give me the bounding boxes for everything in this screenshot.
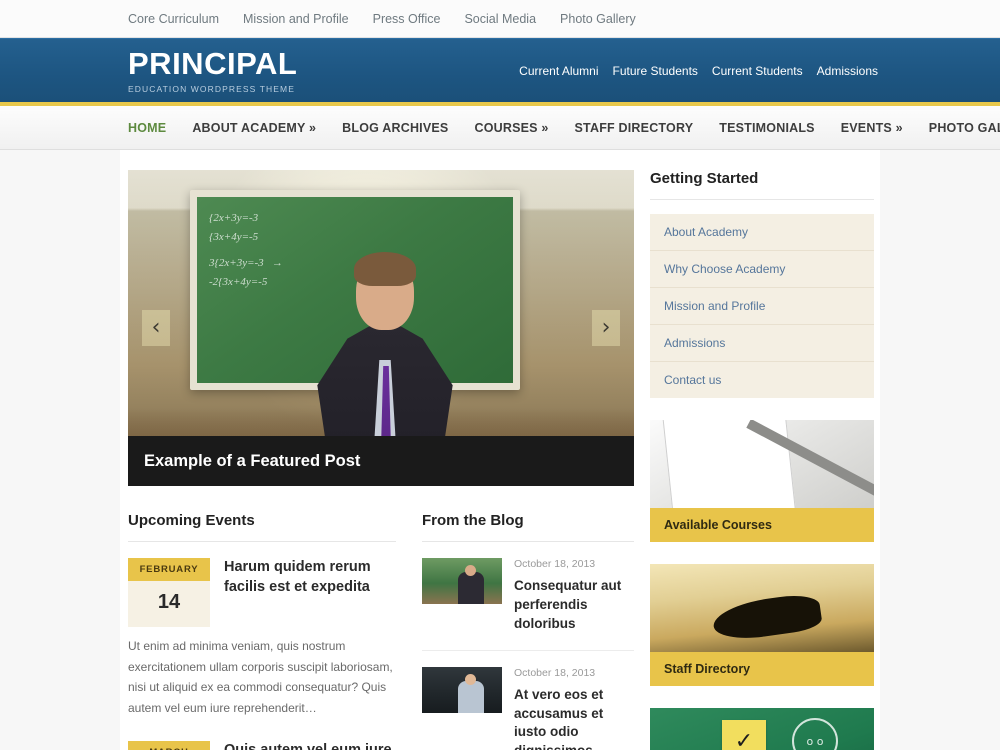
sidebar-link-contact-us[interactable]: Contact us <box>650 362 874 398</box>
event-date-badge: FEBRUARY 14 <box>128 558 210 627</box>
nav-item-home[interactable]: HOME <box>128 121 166 135</box>
upcoming-events-section: Upcoming Events FEBRUARY 14 Harum quidem… <box>128 512 396 750</box>
promo-label-available-courses: Available Courses <box>650 508 874 542</box>
nav-item-events[interactable]: EVENTS » <box>841 121 903 135</box>
nav-item-courses[interactable]: COURSES » <box>474 121 548 135</box>
blog-item-text: October 18, 2013 At vero eos et accusamu… <box>514 667 634 750</box>
header-link-future-students[interactable]: Future Students <box>613 64 698 78</box>
topbar-link-photo-gallery[interactable]: Photo Gallery <box>560 12 636 26</box>
header-nav: Current Alumni Future Students Current S… <box>519 64 878 78</box>
blog-item-title[interactable]: Consequatur aut perferendis doloribus <box>514 577 634 634</box>
topbar-link-press-office[interactable]: Press Office <box>373 12 441 26</box>
header-link-current-alumni[interactable]: Current Alumni <box>519 64 598 78</box>
from-the-blog-section: From the Blog October 18, 2013 Consequat… <box>422 512 634 750</box>
blog-list-item: October 18, 2013 Consequatur aut perfere… <box>422 558 634 651</box>
blog-item-text: October 18, 2013 Consequatur aut perfere… <box>514 558 634 634</box>
promo-chalkboard[interactable]: ✓ o o o o <box>650 708 874 750</box>
promo-staff-directory[interactable]: Staff Directory <box>650 564 874 686</box>
thumb-figure-graphic <box>458 680 484 713</box>
topbar-link-core-curriculum[interactable]: Core Curriculum <box>128 12 219 26</box>
site-logo-tagline: EDUCATION WORDPRESS THEME <box>128 83 295 94</box>
nav-item-blog-archives[interactable]: BLOG ARCHIVES <box>342 121 448 135</box>
featured-post-slider: {2x+3y=-3 {3x+4y=-5 3{2x+3y=-3 → -2{3x+4y… <box>128 170 634 486</box>
slider-caption-text: Example of a Featured Post <box>144 451 361 470</box>
blog-list-item: October 18, 2013 At vero eos et accusamu… <box>422 666 634 750</box>
thumb-head-graphic <box>465 565 476 576</box>
promo-image-open-book <box>650 564 874 652</box>
blog-thumbnail-image[interactable] <box>422 666 502 713</box>
event-month: FEBRUARY <box>128 558 210 581</box>
sticky-note-checked-icon: ✓ <box>722 720 766 750</box>
nav-item-staff-directory[interactable]: STAFF DIRECTORY <box>575 121 694 135</box>
main-content-column: {2x+3y=-3 {3x+4y=-5 3{2x+3y=-3 → -2{3x+4y… <box>128 170 634 750</box>
event-date-badge: MARCH 08 <box>128 740 210 750</box>
event-title-link[interactable]: Harum quidem rerum facilis est et expedi… <box>224 559 371 595</box>
event-header: MARCH 08 Quis autem vel eum iure reprehe… <box>128 740 396 750</box>
getting-started-title: Getting Started <box>650 170 874 200</box>
header-link-admissions[interactable]: Admissions <box>817 64 878 78</box>
event-day: 14 <box>128 581 210 627</box>
event-month: MARCH <box>128 740 210 750</box>
site-logo[interactable]: PRINCIPAL EDUCATION WORDPRESS THEME <box>128 48 297 94</box>
event-excerpt: Ut enim ad minima veniam, quis nostrum e… <box>128 639 393 715</box>
sidebar: Getting Started About Academy Why Choose… <box>650 170 874 750</box>
sidebar-link-mission-and-profile[interactable]: Mission and Profile <box>650 288 874 325</box>
site-logo-title: PRINCIPAL <box>128 45 298 81</box>
nav-item-about-academy[interactable]: ABOUT ACADEMY » <box>192 121 316 135</box>
promo-available-courses[interactable]: Available Courses <box>650 420 874 542</box>
promo-image-chalkboard: ✓ o o o o <box>650 708 874 750</box>
slider-caption-bar[interactable]: Example of a Featured Post <box>128 436 634 486</box>
upcoming-events-title: Upcoming Events <box>128 512 396 542</box>
site-header-inner: PRINCIPAL EDUCATION WORDPRESS THEME Curr… <box>120 48 880 94</box>
event-title-link[interactable]: Quis autem vel eum iure reprehenderit <box>224 742 392 750</box>
thumb-head-graphic <box>465 673 476 685</box>
sidebar-link-about-academy[interactable]: About Academy <box>650 214 874 251</box>
blog-item-title[interactable]: At vero eos et accusamus et iusto odio d… <box>514 686 634 750</box>
sidebar-link-why-choose-academy[interactable]: Why Choose Academy <box>650 251 874 288</box>
topbar-link-social-media[interactable]: Social Media <box>464 12 536 26</box>
blog-item-date: October 18, 2013 <box>514 558 596 570</box>
main-navigation: HOME ABOUT ACADEMY » BLOG ARCHIVES COURS… <box>120 121 1000 135</box>
event-header: FEBRUARY 14 Harum quidem rerum facilis e… <box>128 558 396 627</box>
from-the-blog-title: From the Blog <box>422 512 634 542</box>
sidebar-link-admissions[interactable]: Admissions <box>650 325 874 362</box>
main-navigation-bar: HOME ABOUT ACADEMY » BLOG ARCHIVES COURS… <box>0 106 1000 150</box>
slider-prev-icon[interactable]: ‹ <box>142 310 170 346</box>
promo-image-notebooks <box>650 420 874 508</box>
blog-item-title-link[interactable]: At vero eos et accusamus et iusto odio d… <box>514 687 603 750</box>
slider-next-icon[interactable]: › <box>592 310 620 346</box>
teacher-hair-graphic <box>354 252 416 286</box>
event-item: FEBRUARY 14 Harum quidem rerum facilis e… <box>128 558 396 719</box>
nav-item-testimonials[interactable]: TESTIMONIALS <box>719 121 814 135</box>
promo-label-staff-directory: Staff Directory <box>650 652 874 686</box>
blog-thumbnail-image[interactable] <box>422 558 502 604</box>
header-link-current-students[interactable]: Current Students <box>712 64 803 78</box>
event-title[interactable]: Quis autem vel eum iure reprehenderit <box>224 741 396 750</box>
event-title[interactable]: Harum quidem rerum facilis est et expedi… <box>224 558 396 627</box>
top-utility-bar: Core Curriculum Mission and Profile Pres… <box>0 0 1000 38</box>
nav-item-photo-gallery[interactable]: PHOTO GALLERY <box>929 121 1000 135</box>
blog-item-title-link[interactable]: Consequatur aut perferendis doloribus <box>514 578 621 631</box>
topbar-link-mission-and-profile[interactable]: Mission and Profile <box>243 12 349 26</box>
blog-item-date: October 18, 2013 <box>514 666 596 679</box>
getting-started-link-list: About Academy Why Choose Academy Mission… <box>650 214 874 398</box>
page-container: {2x+3y=-3 {3x+4y=-5 3{2x+3y=-3 → -2{3x+4y… <box>120 150 880 750</box>
event-item: MARCH 08 Quis autem vel eum iure reprehe… <box>128 740 396 750</box>
thumb-figure-graphic <box>458 572 484 604</box>
smiley-face-icon: o o <box>792 718 838 750</box>
lower-content-row: Upcoming Events FEBRUARY 14 Harum quidem… <box>128 512 634 750</box>
top-utility-nav: Core Curriculum Mission and Profile Pres… <box>120 12 880 26</box>
site-header: PRINCIPAL EDUCATION WORDPRESS THEME Curr… <box>0 38 1000 106</box>
